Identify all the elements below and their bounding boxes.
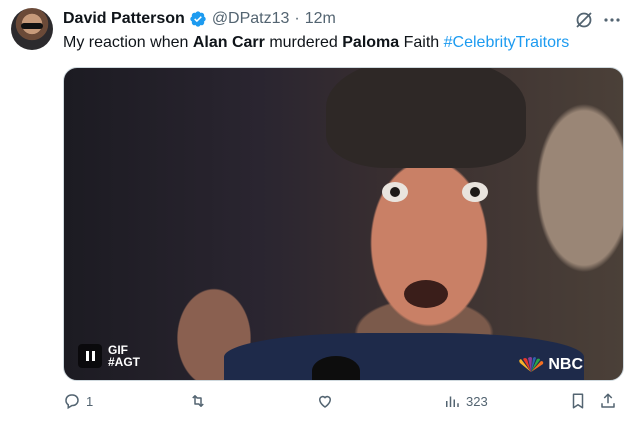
reply-count: 1 — [86, 393, 94, 409]
avatar[interactable] — [11, 8, 53, 50]
like-icon — [318, 395, 332, 408]
author-name[interactable]: David Patterson — [63, 10, 185, 28]
timestamp[interactable]: 12m — [305, 10, 336, 28]
avatar-glasses — [21, 23, 43, 29]
gif-figure-eye-right — [462, 182, 488, 202]
gif-media[interactable]: GIF #AGT NBC — [63, 67, 624, 381]
gif-figure-hair — [326, 68, 526, 168]
nbc-logo-text: NBC — [548, 356, 583, 373]
gif-labels: GIF #AGT — [108, 344, 140, 368]
separator-dot: · — [294, 10, 300, 27]
gif-microphone — [312, 356, 360, 380]
more-icon[interactable] — [602, 10, 622, 30]
gif-tag: #AGT — [108, 355, 141, 369]
nbc-peacock-icon — [519, 357, 544, 372]
retweet-icon — [192, 395, 204, 407]
share-button[interactable] — [599, 392, 617, 410]
like-button[interactable] — [316, 392, 334, 410]
reply-icon — [65, 394, 79, 410]
bookmark-button[interactable] — [569, 392, 587, 410]
views-button[interactable]: 323 — [443, 392, 488, 410]
tweet-header: David Patterson @DPatz13 · 12m — [63, 8, 624, 30]
author-handle[interactable]: @DPatz13 — [212, 10, 290, 28]
reply-button[interactable]: 1 — [63, 392, 93, 410]
views-icon — [446, 396, 459, 407]
retweet-button[interactable] — [189, 392, 207, 410]
gif-controls: GIF #AGT — [78, 344, 140, 368]
tweet-text-prefix: My reaction when — [63, 34, 193, 51]
tweet-bold-name-2: Paloma — [342, 34, 400, 51]
views-count: 323 — [466, 393, 488, 409]
gif-figure-mouth — [404, 280, 448, 308]
tweet-text-after: Faith — [399, 34, 444, 51]
gif-figure-eye-left — [382, 182, 408, 202]
tweet-text: My reaction when Alan Carr murdered Palo… — [63, 33, 569, 53]
tweet-text-middle: murdered — [264, 34, 343, 51]
pause-icon[interactable] — [78, 344, 102, 368]
share-icon — [601, 393, 615, 408]
tweet-actions: 1 323 — [63, 392, 622, 414]
grok-icon[interactable] — [574, 10, 594, 30]
bookmark-icon — [572, 393, 584, 409]
nbc-logo: NBC — [517, 356, 583, 374]
hashtag-link[interactable]: #CelebrityTraitors — [444, 34, 570, 51]
verified-badge-icon — [189, 10, 207, 28]
tweet-bold-name-1: Alan Carr — [192, 34, 265, 51]
